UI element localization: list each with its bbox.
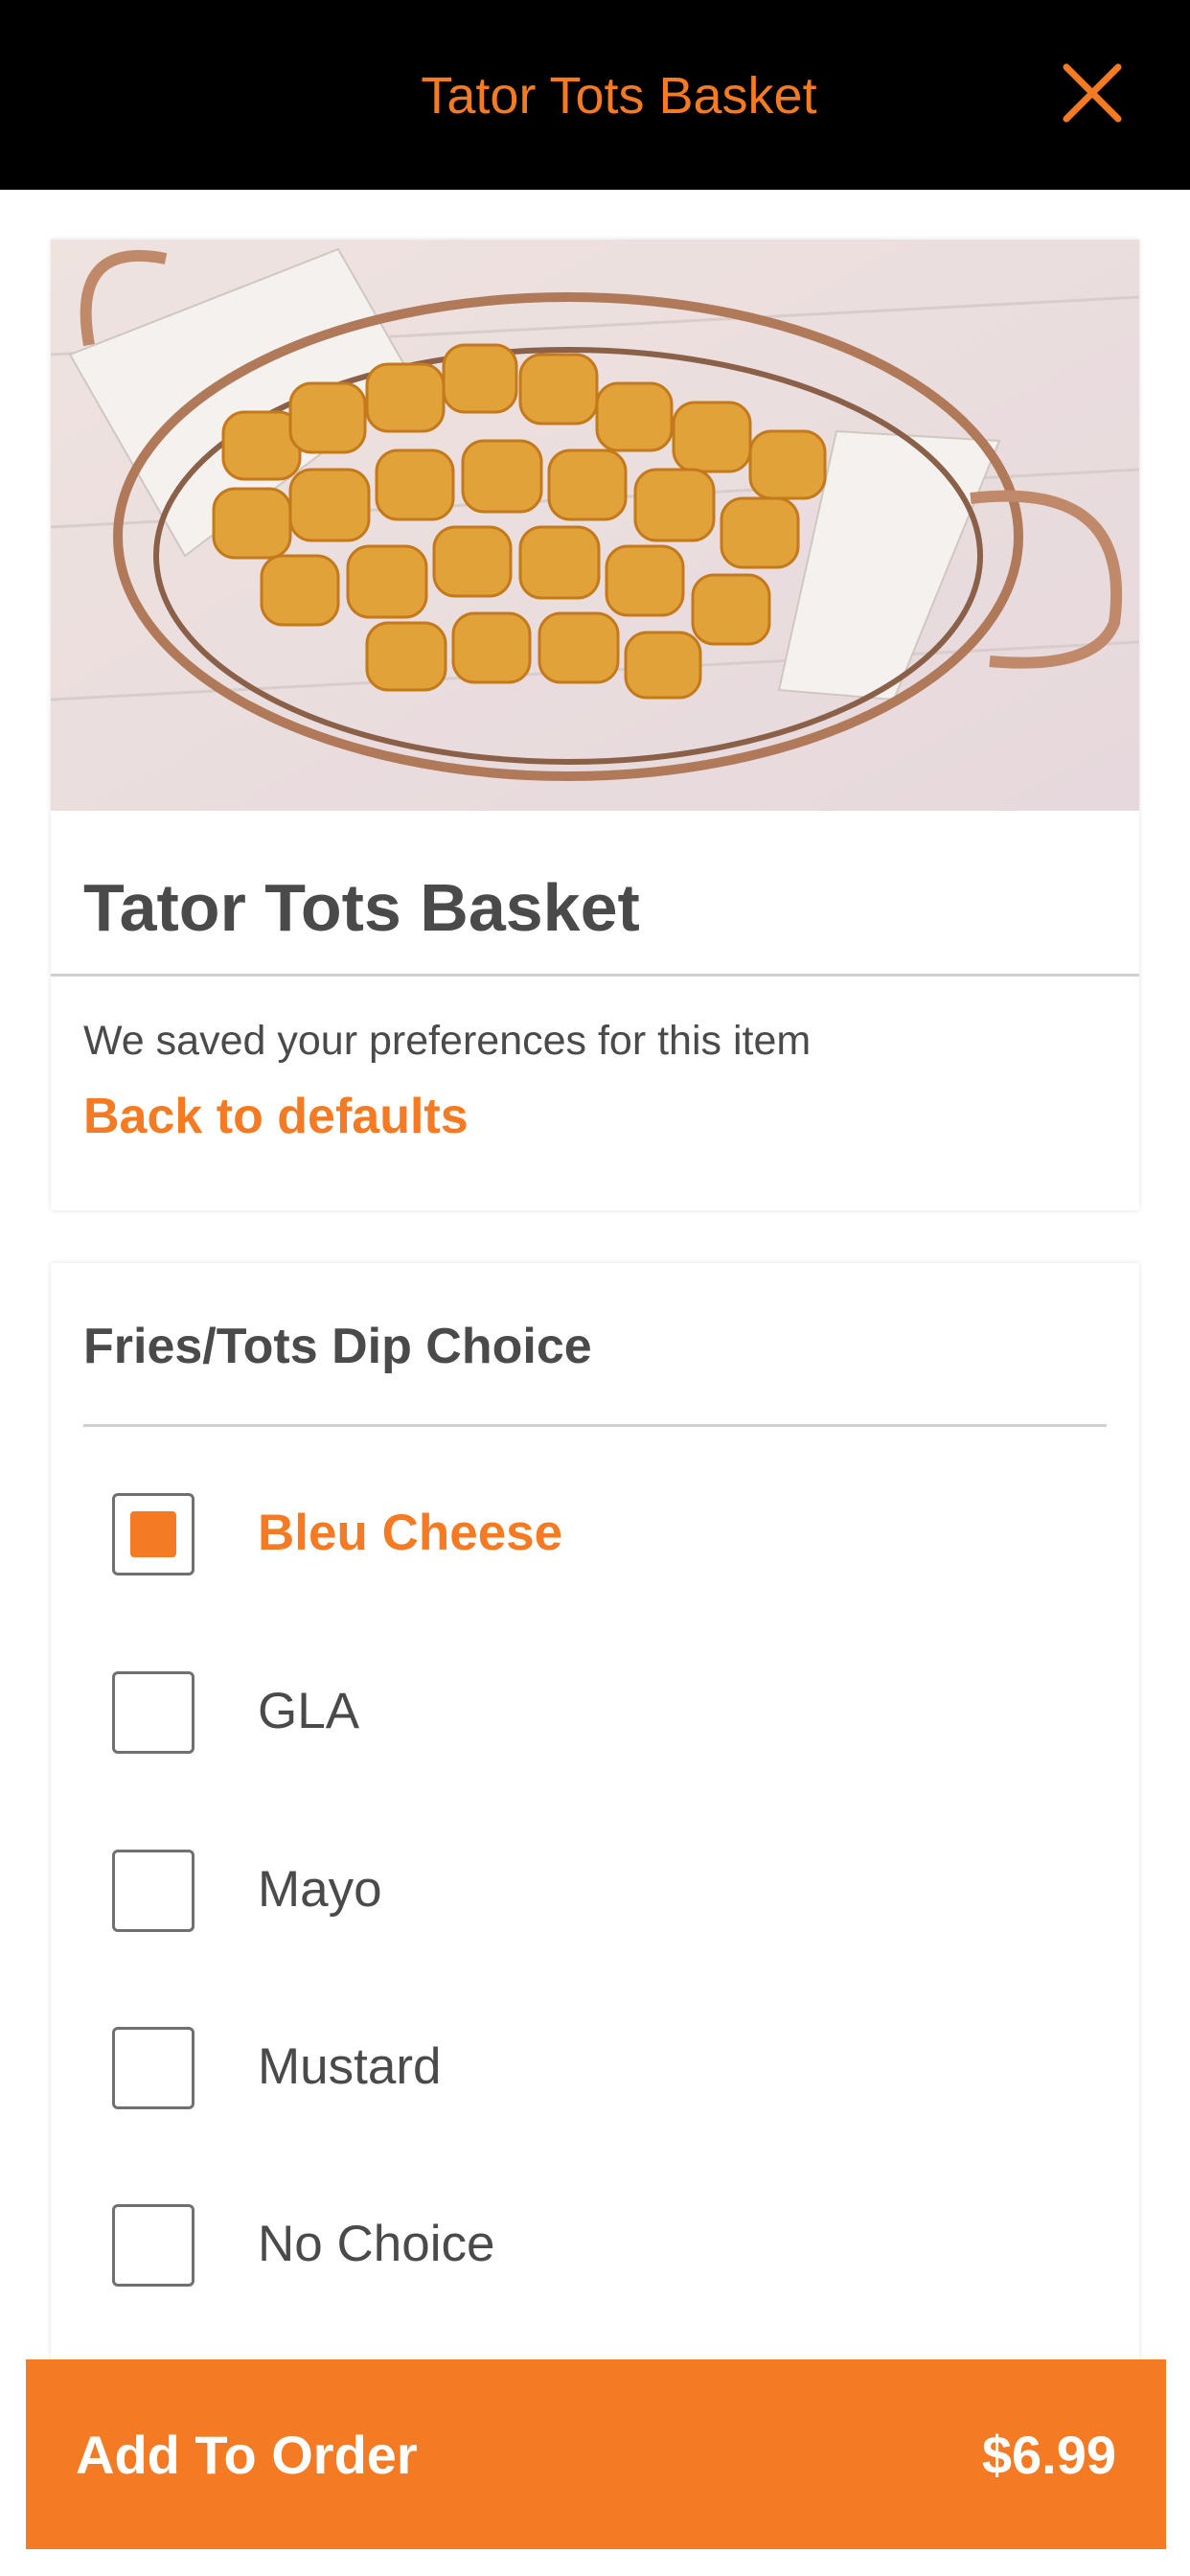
section-title: Fries/Tots Dip Choice [83,1319,592,1374]
add-to-order-label: Add To Order [76,2425,418,2485]
checkbox-checked-indicator [130,1511,176,1557]
options-card: Fries/Tots Dip Choice Bleu Cheese GLA Ma… [51,1263,1139,2413]
option-label: Mustard [258,2038,442,2095]
checkbox[interactable] [112,2027,195,2109]
option-label: GLA [258,1683,360,1739]
option-label: Mayo [258,1861,382,1918]
header-title: Tator Tots Basket [421,67,817,125]
item-card: Tator Tots Basket We saved your preferen… [51,240,1139,1210]
divider [83,1424,1107,1427]
price-label: $6.99 [981,2425,1116,2485]
option-mustard[interactable]: Mustard [112,2023,1070,2109]
option-label: No Choice [258,2216,495,2272]
item-title: Tator Tots Basket [83,870,640,945]
top-bar: Tator Tots Basket [0,0,1190,190]
close-button[interactable] [1059,59,1126,126]
option-no-choice[interactable]: No Choice [112,2200,1070,2287]
option-gla[interactable]: GLA [112,1668,1070,1754]
checkbox[interactable] [112,1671,195,1754]
option-bleu-cheese[interactable]: Bleu Cheese [112,1489,1070,1576]
food-photo [51,240,1139,811]
back-to-defaults-link[interactable]: Back to defaults [83,1083,469,1150]
checkbox[interactable] [112,2204,195,2287]
divider [51,974,1139,977]
checkbox[interactable] [112,1850,195,1932]
preferences-message: We saved your preferences for this item [83,1018,812,1064]
option-mayo[interactable]: Mayo [112,1846,1070,1932]
add-to-order-button[interactable]: Add To Order $6.99 [26,2359,1166,2549]
close-icon [1063,63,1122,123]
checkbox[interactable] [112,1493,195,1576]
option-label: Bleu Cheese [258,1505,563,1561]
